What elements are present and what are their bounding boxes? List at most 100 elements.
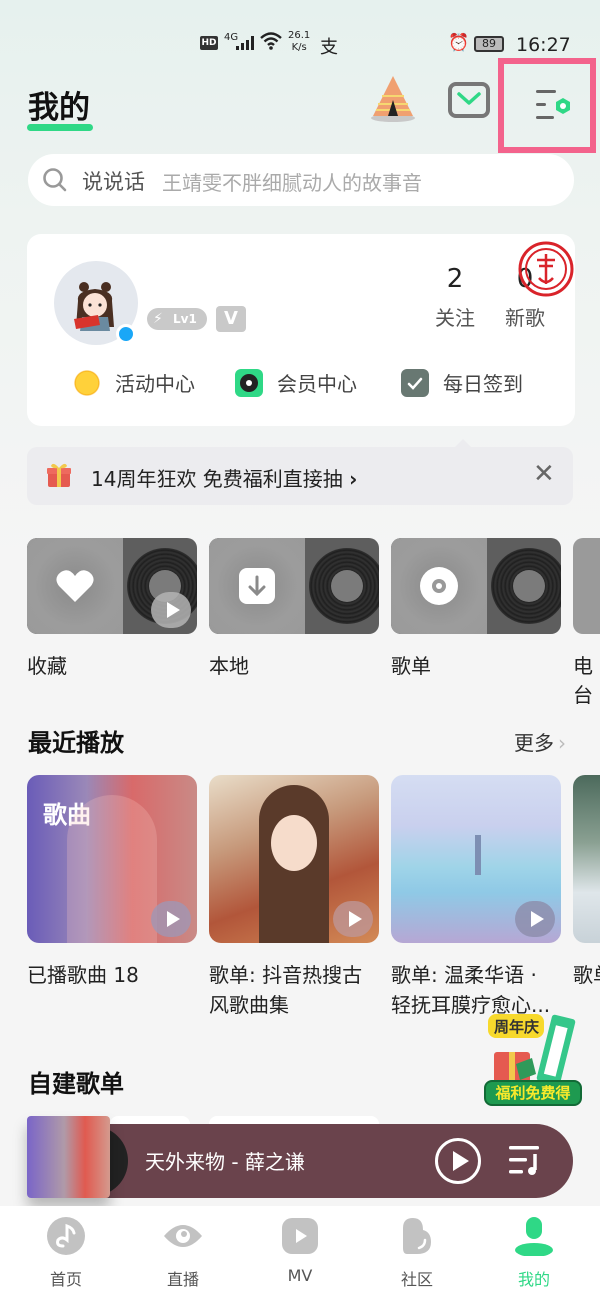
stat-value: 2 [446, 264, 464, 294]
recent-card[interactable] [391, 775, 561, 943]
quick-link-label: 每日签到 [443, 372, 523, 396]
recent-card[interactable]: 歌曲 [27, 775, 197, 943]
vinyl-icon [309, 548, 379, 624]
play-button[interactable] [151, 592, 191, 628]
speed-value: 26.1 [288, 30, 311, 41]
gift-icon [47, 463, 71, 487]
vip-badge[interactable]: V [216, 306, 246, 332]
heart-icon [56, 570, 94, 602]
play-pause-button[interactable] [435, 1138, 481, 1184]
settings-button[interactable] [498, 58, 596, 153]
library-tile-radio[interactable] [573, 538, 600, 634]
mail-button[interactable] [448, 82, 490, 118]
search-bar[interactable]: 说说话 王靖雯不胖细腻动人的故事音 [28, 154, 574, 206]
recent-card-label: 歌单精选 [573, 963, 600, 987]
banner-pointer [455, 439, 471, 447]
turntable-icon [235, 368, 263, 397]
clock: 16:27 [516, 34, 571, 56]
tab-home[interactable]: 首页 [26, 1216, 106, 1290]
library-label: 本地 [209, 654, 249, 678]
section-title-recent: 最近播放 [28, 729, 124, 757]
library-tile-local[interactable] [209, 538, 379, 634]
search-placeholder: 王靖雯不胖细腻动人的故事音 [162, 171, 422, 195]
promo-cta: 福利免费得 [484, 1080, 582, 1106]
tab-mv[interactable]: MV [260, 1216, 340, 1285]
anniversary-promo[interactable]: 周年庆 福利免费得 [484, 1012, 584, 1108]
calendar-check-icon [401, 368, 429, 397]
quick-link-label: 活动中心 [115, 372, 195, 396]
close-icon[interactable]: ✕ [533, 459, 555, 489]
level-badge[interactable]: ⚡ Lv1 [147, 308, 207, 330]
mail-icon [457, 92, 481, 105]
library-label: 电台 [573, 654, 593, 707]
wifi-icon [260, 32, 282, 55]
tab-mine[interactable]: 我的 [494, 1216, 574, 1290]
settings-list-icon [536, 90, 570, 119]
title-underline [27, 124, 93, 131]
play-button[interactable] [333, 901, 373, 937]
profile-card: ⚡ Lv1 V 2 关注 0 新歌 活动中心 会员中心 每日签到 [27, 234, 575, 426]
eye-icon [164, 1225, 202, 1247]
section-title-custom: 自建歌单 [28, 1070, 124, 1098]
speed-unit: K/s [291, 42, 307, 53]
more-link[interactable]: 更多 › [514, 727, 566, 756]
now-playing-cover[interactable] [27, 1116, 110, 1198]
person-icon [515, 1217, 553, 1257]
music-note-icon [47, 1217, 85, 1255]
library-label: 歌单 [391, 654, 431, 678]
tab-label: MV [287, 1266, 313, 1285]
banner-message: 14周年狂欢 免费福利直接抽 [91, 467, 343, 491]
download-icon [239, 568, 275, 604]
sun-badge-icon [73, 368, 101, 397]
cover-face [271, 815, 317, 871]
tent-icon[interactable] [368, 74, 418, 124]
cover-art [475, 835, 481, 875]
recent-card-label: 歌单: 温柔华语 · 轻抚耳膜疗愈心... [391, 963, 551, 1017]
promo-banner[interactable]: 14周年狂欢 免费福利直接抽 › ✕ [27, 439, 573, 505]
stat-following[interactable]: 2 关注 [427, 264, 483, 331]
tab-label: 社区 [400, 1270, 433, 1289]
quick-link-checkin[interactable]: 每日签到 [401, 368, 523, 397]
quick-link-activity[interactable]: 活动中心 [73, 368, 195, 397]
tab-label: 我的 [517, 1270, 550, 1289]
community-icon [403, 1218, 431, 1254]
tab-live[interactable]: 直播 [143, 1216, 223, 1290]
stat-label: 关注 [435, 306, 475, 330]
play-button[interactable] [515, 901, 555, 937]
tiger-stamp-icon [518, 241, 574, 297]
lightning-icon: ⚡ [153, 311, 163, 327]
library-label: 收藏 [27, 654, 67, 678]
signal-icon [236, 36, 254, 50]
recent-card-label: 歌单: 抖音热搜古风歌曲集 [209, 963, 363, 1017]
recent-card[interactable] [209, 775, 379, 943]
tab-community[interactable]: 社区 [377, 1216, 457, 1290]
promo-tag: 周年庆 [494, 1018, 540, 1036]
status-bar: HD 4G 26.1 K/s 支 ⏰ 89 16:27 [0, 30, 600, 60]
banner-text: 14周年狂欢 免费福利直接抽 › [91, 463, 357, 492]
hd-icon: HD [200, 36, 218, 50]
cover-art [67, 795, 157, 943]
recent-card-label: 已播歌曲 18 [27, 963, 139, 987]
page-title: 我的 [28, 90, 90, 126]
quick-link-vip[interactable]: 会员中心 [235, 368, 357, 397]
chevron-right-icon: › [349, 467, 358, 491]
library-tile-playlists[interactable] [391, 538, 561, 634]
video-play-icon [282, 1218, 318, 1254]
quick-link-label: 会员中心 [277, 372, 357, 396]
tab-label: 直播 [166, 1270, 199, 1289]
search-label: 说说话 [82, 170, 145, 194]
tab-label: 首页 [49, 1270, 82, 1289]
play-button[interactable] [151, 901, 191, 937]
search-icon [43, 168, 67, 192]
vinyl-icon [491, 548, 561, 624]
alarm-icon: ⏰ [448, 33, 470, 53]
qq-badge-icon [116, 324, 136, 344]
stat-label: 新歌 [505, 306, 545, 330]
more-label: 更多 [514, 731, 554, 755]
battery-icon: 89 [474, 36, 504, 52]
bottom-tab-bar: 首页 直播 MV 社区 我的 [0, 1206, 600, 1300]
playlist-icon[interactable] [507, 1142, 543, 1178]
now-playing-title: 天外来物 - 薛之谦 [145, 1150, 305, 1174]
recent-card[interactable] [573, 775, 600, 943]
library-tile-favorites[interactable] [27, 538, 197, 634]
